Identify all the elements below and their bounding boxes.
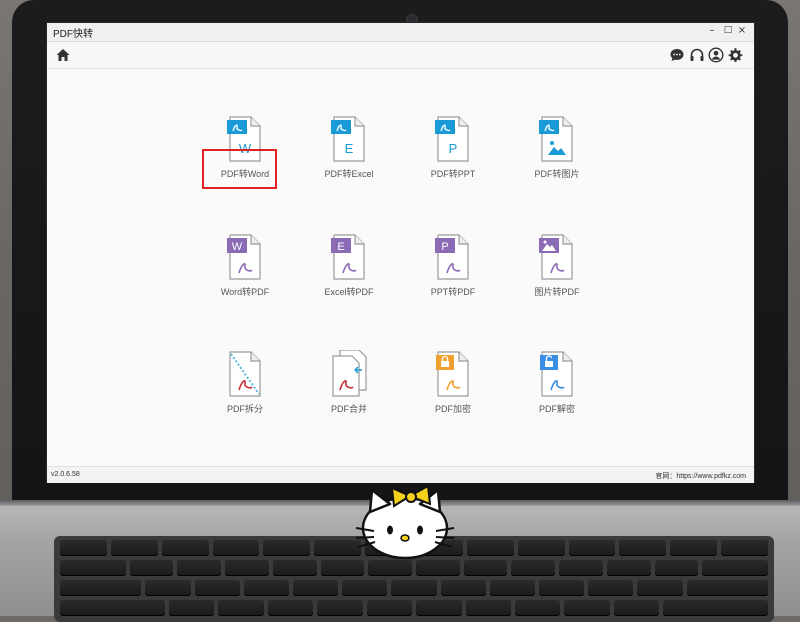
svg-text:W: W bbox=[232, 241, 243, 253]
app-window: PDF快转 – □ × W PDF转Word E PDF转Excel P PDF… bbox=[47, 23, 754, 483]
tool-word-to-pdf[interactable]: W Word转PDF bbox=[197, 233, 293, 329]
tool-pdf-split[interactable]: PDF拆分 bbox=[197, 350, 293, 446]
tool-pdf-to-excel[interactable]: E PDF转Excel bbox=[301, 115, 397, 211]
headset-icon[interactable] bbox=[689, 47, 705, 63]
svg-text:E: E bbox=[337, 241, 344, 253]
tool-pdf-decrypt[interactable]: PDF解密 bbox=[509, 350, 605, 446]
merge-icon bbox=[332, 350, 367, 397]
tool-label: PDF转图片 bbox=[534, 169, 580, 179]
tool-label: PDF拆分 bbox=[226, 404, 263, 414]
tool-label: PPT转PDF bbox=[430, 287, 476, 297]
tool-ppt-to-pdf[interactable]: P PPT转PDF bbox=[405, 233, 501, 329]
word-to-pdf-icon: W bbox=[227, 234, 261, 280]
title-bar: PDF快转 – □ × bbox=[47, 23, 754, 42]
close-button[interactable]: × bbox=[735, 25, 749, 36]
tool-grid: W PDF转Word E PDF转Excel P PDF转PPT PDF转图片 … bbox=[47, 69, 754, 467]
user-icon[interactable] bbox=[708, 47, 724, 63]
split-icon bbox=[229, 351, 261, 397]
minimize-button[interactable]: – bbox=[705, 25, 719, 36]
svg-text:P: P bbox=[449, 141, 458, 156]
cat-sticker bbox=[355, 484, 455, 560]
gear-icon[interactable] bbox=[727, 47, 743, 63]
tool-label: PDF转PPT bbox=[430, 169, 476, 179]
tool-pdf-encrypt[interactable]: PDF加密 bbox=[405, 350, 501, 446]
tool-pdf-merge[interactable]: PDF合并 bbox=[301, 350, 397, 446]
tool-label: Excel转PDF bbox=[324, 287, 374, 297]
tool-label: 图片转PDF bbox=[534, 287, 580, 297]
svg-text:P: P bbox=[441, 241, 448, 253]
svg-text:E: E bbox=[345, 141, 354, 156]
key-row bbox=[60, 580, 768, 596]
toolbar bbox=[47, 42, 754, 69]
key-row bbox=[60, 600, 769, 616]
tool-label: PDF加密 bbox=[434, 404, 471, 414]
tool-image-to-pdf[interactable]: 图片转PDF bbox=[509, 233, 605, 329]
ppt-to-pdf-icon: P bbox=[435, 234, 469, 280]
pdf-to-ppt-icon: P bbox=[435, 116, 469, 162]
highlight-annotation bbox=[202, 149, 277, 189]
pdf-to-image-icon bbox=[539, 116, 573, 162]
chat-icon[interactable] bbox=[669, 47, 685, 63]
excel-to-pdf-icon: E bbox=[331, 234, 365, 280]
tool-label: PDF转Excel bbox=[324, 169, 374, 179]
tool-pdf-to-ppt[interactable]: P PDF转PPT bbox=[405, 115, 501, 211]
pdf-to-excel-icon: E bbox=[331, 116, 365, 162]
tool-pdf-to-image[interactable]: PDF转图片 bbox=[509, 115, 605, 211]
website-link[interactable]: 官网：https://www.pdfkz.com bbox=[655, 471, 746, 481]
tool-label: PDF合并 bbox=[330, 404, 367, 414]
tool-label: PDF解密 bbox=[538, 404, 575, 414]
unlock-icon bbox=[540, 351, 573, 397]
tool-label: Word转PDF bbox=[220, 287, 270, 297]
tool-excel-to-pdf[interactable]: E Excel转PDF bbox=[301, 233, 397, 329]
maximize-button[interactable]: □ bbox=[721, 25, 735, 35]
image-to-pdf-icon bbox=[539, 234, 573, 280]
window-title: PDF快转 bbox=[53, 29, 93, 40]
home-icon[interactable] bbox=[55, 47, 71, 63]
lock-icon bbox=[436, 351, 469, 397]
version-text: v2.0.6.58 bbox=[51, 471, 80, 478]
